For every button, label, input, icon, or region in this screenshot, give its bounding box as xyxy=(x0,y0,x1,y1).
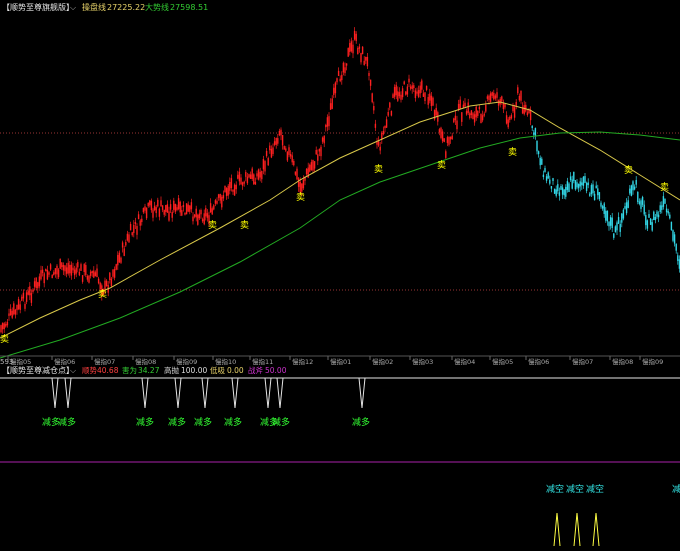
candle xyxy=(309,163,311,173)
x-tick-label: 慢指02 xyxy=(372,357,393,366)
candle xyxy=(622,208,625,221)
haiwei-label: 害为 xyxy=(122,365,137,375)
x-tick-label: 慢指04 xyxy=(454,357,475,366)
sell-marker: 卖 xyxy=(374,164,383,175)
candle xyxy=(45,268,47,272)
x-tick-label: 慢指07 xyxy=(94,357,115,366)
candle xyxy=(433,109,436,121)
reduce-short-marker: 减空 xyxy=(546,483,564,495)
x-tick-label: 慢指05 xyxy=(10,357,31,366)
candle xyxy=(630,184,633,197)
x-tick-label: 慢指09 xyxy=(176,357,197,366)
candle xyxy=(115,263,117,271)
candle xyxy=(224,185,226,193)
candle xyxy=(145,207,148,220)
sell-marker: 卖 xyxy=(624,165,633,176)
candle xyxy=(443,138,445,143)
candle xyxy=(371,92,373,104)
sell-marker: 卖 xyxy=(296,192,305,203)
reduce-long-marker: 减多 xyxy=(352,416,370,428)
x-tick-label: 慢指06 xyxy=(54,357,75,366)
candle xyxy=(553,188,556,195)
sell-marker: 卖 xyxy=(208,220,217,231)
candle xyxy=(390,110,393,117)
candle xyxy=(480,113,482,124)
candle xyxy=(440,126,442,140)
stock-chart[interactable]: 【顺势至尊旗舰版】 ⌵ 操盘线 27225.22 大势线 27598.51 卖卖… xyxy=(0,0,680,551)
zhanfu-label: 战斧 xyxy=(248,365,263,375)
haiwei-value: 34.27 xyxy=(138,366,160,375)
sell-marker: 卖 xyxy=(240,220,249,231)
candle xyxy=(361,46,364,55)
candle xyxy=(672,229,674,243)
x-tick-label: 慢指03 xyxy=(412,357,433,366)
main-header: 【顺势至尊旗舰版】 ⌵ 操盘线 27225.22 大势线 27598.51 xyxy=(2,2,208,12)
dixi-label: 低吸 xyxy=(210,365,225,375)
x-tick-label: 慢指12 xyxy=(292,357,313,366)
operator-line-label: 操盘线 xyxy=(82,2,106,12)
candle xyxy=(253,173,255,185)
candle xyxy=(432,96,434,107)
reduce-short-marker: 减空 xyxy=(566,483,584,495)
dixi-value: 0.00 xyxy=(227,366,244,375)
candle xyxy=(0,324,2,334)
gaopao-label: 高抛 xyxy=(164,365,179,375)
shunshi-value: 40.68 xyxy=(97,366,119,375)
zhanfu-value: 50.00 xyxy=(265,366,287,375)
candle xyxy=(35,277,37,290)
candle xyxy=(197,213,199,226)
sell-marker: 卖 xyxy=(508,147,517,158)
candle xyxy=(59,258,61,270)
reduce-short-marker: 减空 xyxy=(672,483,680,495)
candle xyxy=(286,151,289,163)
sell-marker: 卖 xyxy=(437,160,446,171)
x-tick-label: 慢指01 xyxy=(330,357,351,366)
sell-marker: 卖 xyxy=(0,334,9,345)
gaopao-value: 100.00 xyxy=(181,366,207,375)
candle xyxy=(185,203,188,215)
reduce-long-marker: 减多 xyxy=(136,416,154,428)
reduce-long-marker: 减多 xyxy=(224,416,242,428)
x-tick-label: 慢指06 xyxy=(528,357,549,366)
candle xyxy=(347,47,349,57)
reduce-long-marker: 减多 xyxy=(168,416,186,428)
sell-marker: 卖 xyxy=(98,289,107,300)
shunshi-label: 顺势 xyxy=(82,365,97,375)
candle xyxy=(653,210,655,221)
operator-line-value: 27225.22 xyxy=(107,3,145,12)
indicator-title[interactable]: 【顺势至尊旗舰版】 xyxy=(2,2,74,12)
sub-header: 【顺势至尊减仓点】 ⌵ 顺势 40.68 害为 34.27 高抛 100.00 … xyxy=(0,365,680,376)
candle xyxy=(664,198,666,204)
trend-line-label: 大势线 xyxy=(145,2,169,12)
candle xyxy=(251,166,253,182)
candle xyxy=(88,275,90,284)
candle xyxy=(574,180,577,191)
x-tick-label: 慢指09 xyxy=(642,357,663,366)
x-tick-label: 慢指08 xyxy=(612,357,633,366)
sell-marker: 卖 xyxy=(660,182,669,193)
chevron-down-icon[interactable]: ⌵ xyxy=(70,366,76,375)
candle xyxy=(649,217,652,225)
x-tick-label: 慢指10 xyxy=(215,357,236,366)
x-tick-label: 慢指05 xyxy=(492,357,513,366)
x-axis: 593 慢指05 慢指06 慢指07 慢指08 慢指09 慢指10 慢指11 慢指12 慢指01… xyxy=(0,355,680,366)
reduce-short-marker: 减空 xyxy=(586,483,604,495)
trend-line-value: 27598.51 xyxy=(170,3,208,12)
candle xyxy=(233,183,236,196)
candle xyxy=(568,182,570,193)
x-tick-label: 慢指11 xyxy=(252,357,273,366)
candle xyxy=(670,221,673,231)
reduce-long-marker: 减多 xyxy=(272,416,290,428)
reduce-long-marker: 减多 xyxy=(194,416,212,428)
x-tick-label: 慢指07 xyxy=(572,357,593,366)
sub-indicator-title[interactable]: 【顺势至尊减仓点】 xyxy=(2,365,74,375)
chevron-down-icon[interactable]: ⌵ xyxy=(70,3,76,12)
candle xyxy=(283,145,285,150)
x-tick-label: 慢指08 xyxy=(135,357,156,366)
candle xyxy=(257,168,260,181)
reduce-long-marker: 减多 xyxy=(58,416,76,428)
